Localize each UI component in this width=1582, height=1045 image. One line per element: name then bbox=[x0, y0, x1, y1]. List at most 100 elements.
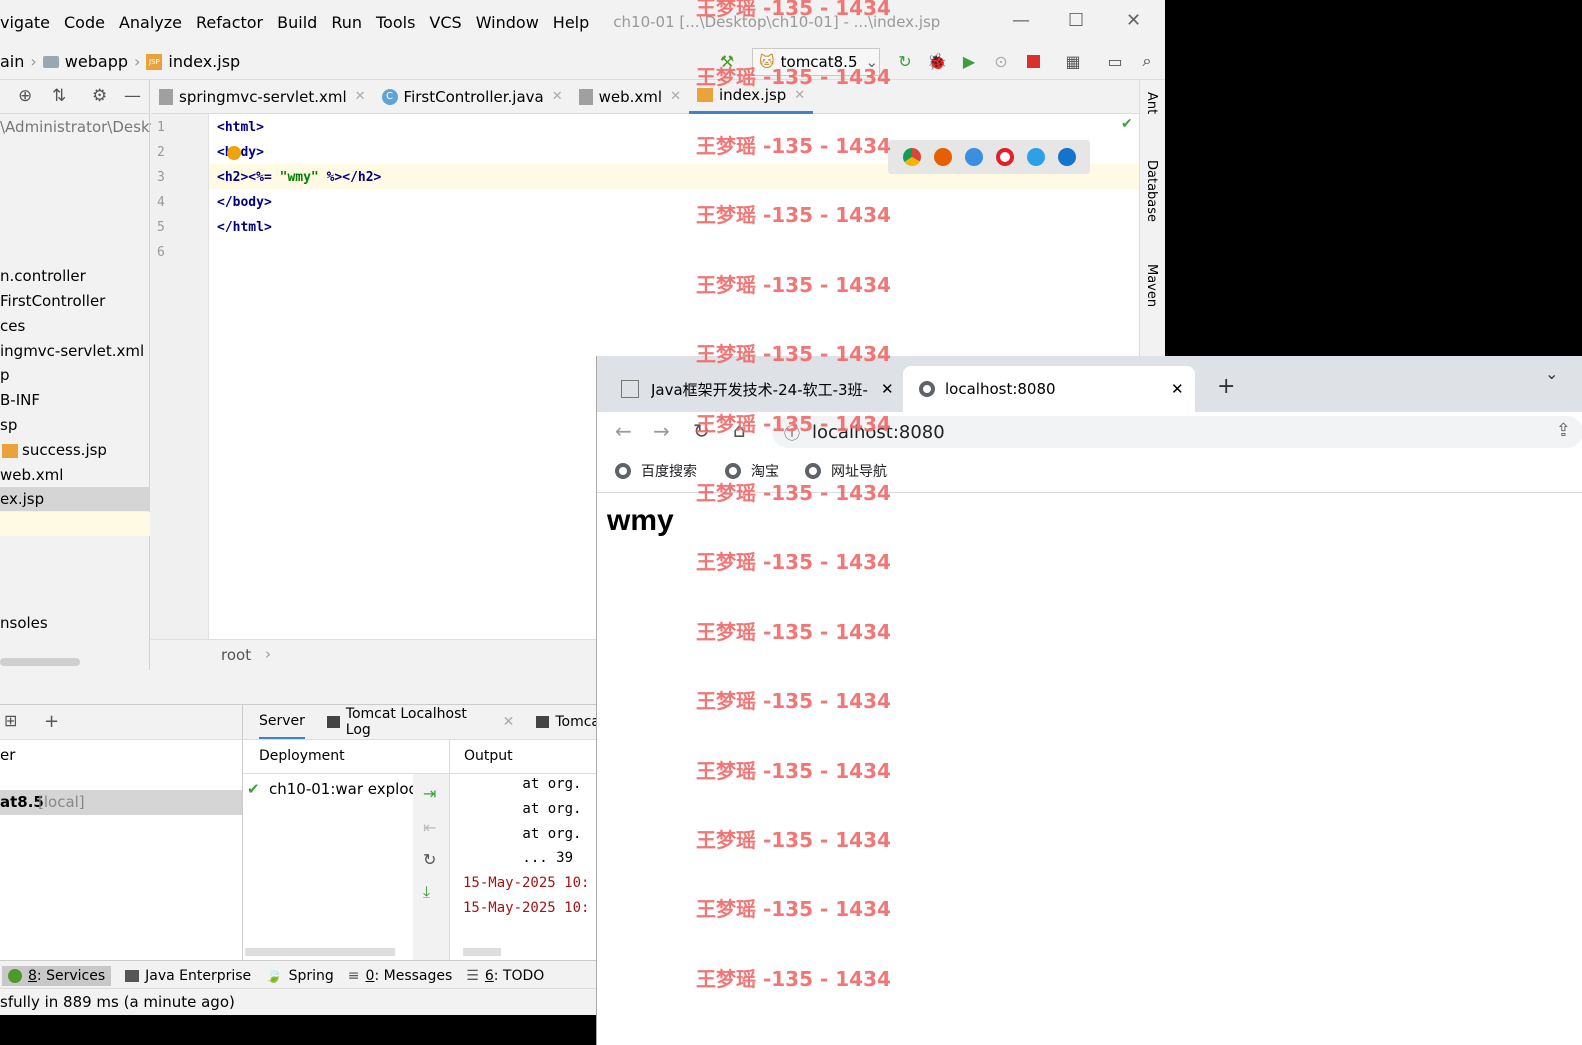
collapse-icon[interactable]: ⇅ bbox=[52, 86, 66, 106]
refresh-icon[interactable]: ↻ bbox=[423, 850, 436, 869]
profile-icon[interactable]: ⊙ bbox=[990, 50, 1012, 72]
tree-item-server[interactable]: er bbox=[0, 746, 15, 764]
tab-messages[interactable]: ≡ 0: Messages bbox=[348, 968, 452, 984]
maximize-icon[interactable]: ☐ bbox=[1068, 10, 1084, 31]
ie-icon[interactable] bbox=[1026, 148, 1045, 166]
tab-java-enterprise[interactable]: Java Enterprise bbox=[125, 968, 251, 984]
minimize-icon[interactable]: — bbox=[1012, 10, 1030, 31]
tab-firstcontroller-java[interactable]: C FirstController.java ✕ bbox=[374, 80, 571, 114]
search-icon[interactable]: ⌕ bbox=[1136, 50, 1158, 72]
gear-icon[interactable]: ⚙ bbox=[92, 86, 107, 106]
menu-build[interactable]: Build bbox=[277, 13, 317, 32]
browser-tab-course[interactable]: Java框架开发技术-24-软工-3班- ✕ bbox=[605, 366, 901, 412]
menu-run[interactable]: Run bbox=[331, 13, 362, 32]
forward-icon[interactable]: → bbox=[653, 419, 670, 443]
maven-tool-label[interactable]: Maven bbox=[1144, 264, 1159, 307]
stop-icon[interactable] bbox=[1022, 50, 1044, 72]
bookmark-taobao[interactable]: 淘宝 bbox=[725, 452, 779, 490]
deployment-header: Deployment bbox=[259, 748, 345, 764]
tree-item-success-jsp[interactable]: success.jsp bbox=[2, 441, 107, 459]
url-text[interactable]: localhost:8080 bbox=[812, 422, 945, 443]
reload-icon[interactable]: ↻ bbox=[693, 419, 710, 443]
tree-item-webapp[interactable]: p bbox=[0, 366, 10, 384]
tab-server[interactable]: Server bbox=[259, 705, 305, 740]
tab-search-chevron-icon[interactable]: ⌄ bbox=[1545, 364, 1558, 383]
menu-window[interactable]: Window bbox=[476, 13, 539, 32]
tab-spring[interactable]: 🍃 Spring bbox=[265, 968, 334, 984]
terminal-icon[interactable]: ▭ bbox=[1104, 50, 1126, 72]
chrome-icon[interactable] bbox=[902, 148, 921, 166]
breadcrumb-index-jsp[interactable]: JSP index.jsp bbox=[146, 52, 240, 71]
rerun-icon[interactable]: ↻ bbox=[894, 50, 916, 72]
tree-item-resources[interactable]: ces bbox=[0, 317, 25, 335]
tab-close-icon[interactable]: ✕ bbox=[552, 89, 563, 104]
run-coverage-icon[interactable]: ▶ bbox=[958, 50, 980, 72]
tab-tomcat-catalina-log[interactable]: Tomca bbox=[536, 714, 600, 730]
tab-close-icon[interactable]: ✕ bbox=[355, 89, 366, 104]
add-service-icon[interactable]: ⊞ bbox=[4, 711, 17, 730]
tab-services[interactable]: 8: Services bbox=[2, 965, 112, 986]
tab-tomcat-localhost-log[interactable]: Tomcat Localhost Log ✕ bbox=[326, 706, 515, 738]
tree-item-firstcontroller[interactable]: FirstController bbox=[0, 292, 105, 310]
edge-icon[interactable] bbox=[1057, 148, 1076, 166]
menu-vcs[interactable]: VCS bbox=[429, 13, 461, 32]
project-structure-icon[interactable]: ▦ bbox=[1062, 50, 1084, 72]
tab-springmvc-servlet-xml[interactable]: springmvc-servlet.xml ✕ bbox=[151, 80, 374, 114]
tab-index-jsp[interactable]: index.jsp ✕ bbox=[688, 80, 814, 114]
tab-web-xml[interactable]: web.xml ✕ bbox=[571, 80, 689, 114]
breadcrumb-main[interactable]: ain › bbox=[0, 52, 43, 71]
browser-tab-localhost[interactable]: localhost:8080 ✕ bbox=[903, 366, 1195, 412]
debug-icon[interactable]: 🐞 bbox=[926, 50, 948, 72]
menu-refactor[interactable]: Refactor bbox=[196, 13, 263, 32]
spring-leaf-icon: 🍃 bbox=[265, 967, 283, 984]
database-tool-label[interactable]: Database bbox=[1144, 160, 1159, 222]
plus-icon[interactable]: + bbox=[44, 711, 59, 732]
opera-icon[interactable] bbox=[995, 148, 1014, 166]
menu-analyze[interactable]: Analyze bbox=[119, 13, 182, 32]
bookmark-nav[interactable]: 网址导航 bbox=[805, 452, 887, 490]
home-icon[interactable]: ⌂ bbox=[733, 418, 746, 442]
hide-icon[interactable]: — bbox=[124, 86, 141, 106]
new-tab-icon[interactable]: + bbox=[1217, 374, 1235, 399]
tree-item-jsp[interactable]: sp bbox=[0, 416, 17, 434]
build-hammer-icon[interactable]: ⚒ bbox=[716, 50, 738, 72]
tree-item-scratches-consoles[interactable]: nsoles bbox=[0, 614, 48, 632]
info-icon[interactable]: ⓘ bbox=[784, 420, 800, 444]
tab-todo[interactable]: ☰ 6: TODO bbox=[466, 968, 544, 984]
safari-icon[interactable] bbox=[964, 148, 983, 166]
locate-icon[interactable]: ⊕ bbox=[18, 86, 32, 106]
tab-close-icon[interactable]: ✕ bbox=[503, 714, 515, 730]
run-config-select[interactable]: 🐱 tomcat8.5 ⌄ bbox=[752, 48, 880, 76]
download-icon[interactable]: ⤓ bbox=[423, 882, 430, 902]
undeploy-icon[interactable]: ⇤ bbox=[423, 818, 436, 837]
close-icon[interactable]: ✕ bbox=[1126, 10, 1141, 31]
share-icon[interactable]: ⇪ bbox=[1556, 420, 1571, 441]
deployment-scrollbar[interactable] bbox=[245, 948, 395, 956]
tab-close-icon[interactable]: ✕ bbox=[1171, 380, 1184, 398]
tree-item-web-xml[interactable]: web.xml bbox=[0, 466, 63, 484]
breadcrumb-root[interactable]: root bbox=[221, 646, 251, 664]
tab-close-icon[interactable]: ✕ bbox=[794, 88, 805, 103]
deploy-icon[interactable]: ⇥ bbox=[423, 784, 436, 803]
tab-close-icon[interactable]: ✕ bbox=[670, 89, 681, 104]
tree-item-controller[interactable]: n.controller bbox=[0, 267, 86, 285]
breadcrumb-webapp[interactable]: webapp › bbox=[42, 52, 147, 71]
menu-help[interactable]: Help bbox=[553, 13, 589, 32]
intention-bulb-icon[interactable] bbox=[227, 146, 241, 160]
tree-item-tomcat[interactable]: at8.5 [local] bbox=[0, 790, 242, 815]
back-icon[interactable]: ← bbox=[615, 419, 632, 443]
tree-item-springmvc-servlet[interactable]: ingmvc-servlet.xml bbox=[0, 342, 144, 360]
tree-item-web-inf[interactable]: B-INF bbox=[0, 391, 40, 409]
firefox-icon[interactable] bbox=[933, 148, 952, 166]
ant-tool-label[interactable]: Ant bbox=[1144, 92, 1159, 114]
menu-code[interactable]: Code bbox=[64, 13, 105, 32]
project-scrollbar[interactable] bbox=[0, 658, 80, 666]
output-scrollbar[interactable] bbox=[463, 948, 501, 956]
tab-close-icon[interactable]: ✕ bbox=[881, 380, 894, 398]
deployment-item[interactable]: ch10-01:war explod bbox=[269, 780, 418, 798]
tree-item-index-jsp[interactable]: ex.jsp bbox=[0, 490, 44, 508]
bookmark-baidu[interactable]: 百度搜索 bbox=[615, 452, 697, 490]
menu-tools[interactable]: Tools bbox=[376, 13, 415, 32]
address-bar[interactable]: ⓘ localhost:8080 ⇪ bbox=[772, 416, 1582, 448]
menu-navigate[interactable]: vigate bbox=[0, 13, 50, 32]
